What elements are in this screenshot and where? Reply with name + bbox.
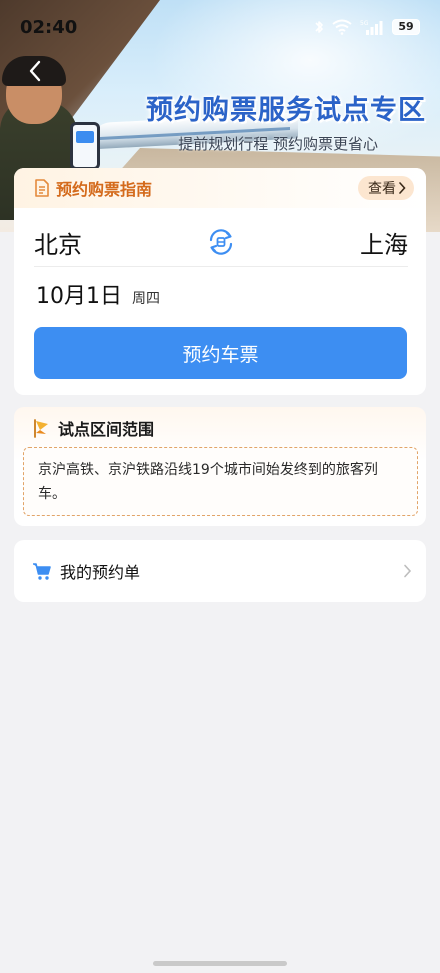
divider xyxy=(34,266,408,267)
scope-description: 京沪高铁、京沪铁路沿线19个城市间始发终到的旅客列车。 xyxy=(23,447,418,516)
view-guide-label: 查看 xyxy=(368,181,396,197)
departure-date: 10月1日 xyxy=(36,284,122,309)
home-indicator[interactable] xyxy=(153,961,287,966)
wifi-icon xyxy=(332,19,352,35)
status-icons: 5G 59 xyxy=(314,19,420,35)
view-guide-button[interactable]: 查看 xyxy=(358,176,414,200)
guide-title: 预约购票指南 xyxy=(56,180,153,199)
guide-left: 预约购票指南 xyxy=(34,176,152,200)
flag-icon xyxy=(34,419,48,438)
svg-text:5G: 5G xyxy=(360,20,369,27)
my-reservations-row[interactable]: 我的预约单 xyxy=(14,540,426,602)
orders-label: 我的预约单 xyxy=(60,563,141,582)
departure-weekday: 周四 xyxy=(132,291,160,307)
bluetooth-icon xyxy=(315,21,323,33)
pilot-scope-card: 试点区间范围 京沪高铁、京沪铁路沿线19个城市间始发终到的旅客列车。 xyxy=(14,407,426,526)
chevron-left-icon xyxy=(29,60,41,82)
hero-title: 预约购票服务试点专区 xyxy=(146,95,426,126)
status-bar: 02:40 5G 59 xyxy=(0,0,440,54)
booking-card: 预约购票指南 查看 北京 上海 10月1日 周四 预约车票 xyxy=(14,168,426,395)
hero-subtitle: 提前规划行程 预约购票更省心 xyxy=(178,135,378,153)
route-row: 北京 上海 xyxy=(34,218,408,266)
phone-illustration xyxy=(70,122,100,170)
scope-header: 试点区间范围 xyxy=(32,416,154,440)
swap-stations-icon[interactable] xyxy=(206,227,236,257)
signal-5g-icon: 5G xyxy=(360,20,383,35)
status-time: 02:40 xyxy=(20,16,78,38)
date-selector[interactable]: 10月1日 周四 xyxy=(36,278,160,314)
booking-guide-bar[interactable]: 预约购票指南 查看 xyxy=(14,168,426,208)
chevron-right-icon xyxy=(404,564,412,578)
back-button[interactable] xyxy=(20,56,50,86)
departure-city[interactable]: 北京 xyxy=(34,225,82,260)
arrival-city[interactable]: 上海 xyxy=(360,225,408,260)
cart-icon xyxy=(33,563,51,580)
battery-icon: 59 xyxy=(392,19,420,35)
scope-title: 试点区间范围 xyxy=(58,420,155,439)
document-icon xyxy=(35,179,49,197)
book-ticket-button[interactable]: 预约车票 xyxy=(34,327,407,379)
orders-left: 我的预约单 xyxy=(32,559,140,583)
chevron-right-icon xyxy=(399,182,406,194)
